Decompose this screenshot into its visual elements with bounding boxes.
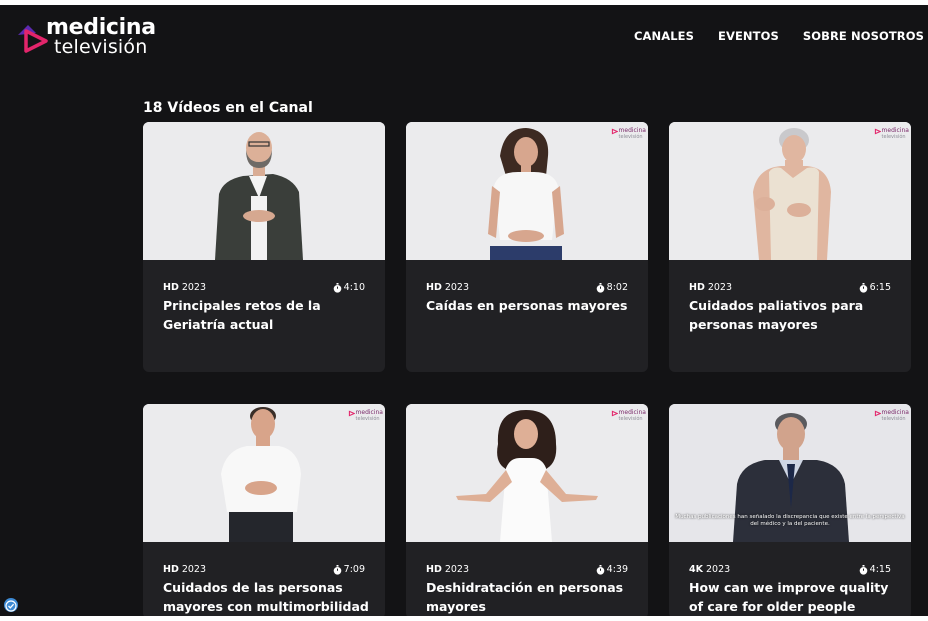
presenter-man-suit-image xyxy=(143,122,385,260)
stopwatch-icon xyxy=(333,564,341,575)
watermark-line2: televisión xyxy=(355,416,380,422)
duration-text: 4:39 xyxy=(606,564,628,575)
video-year: 2023 xyxy=(705,564,731,575)
nav-eventos[interactable]: EVENTOS xyxy=(718,29,779,43)
video-card[interactable]: medicina televisión Muchas publicaciones … xyxy=(669,404,911,616)
presenter-woman-white-blouse-image xyxy=(406,122,648,260)
watermark-line2: televisión xyxy=(618,416,643,422)
watermark-line2: televisión xyxy=(881,134,906,140)
video-card[interactable]: medicina televisión HD 2023 7:09 Cuidados … xyxy=(143,404,385,616)
presenter-woman-curly-hair-image xyxy=(406,404,648,542)
video-year: 2023 xyxy=(181,564,207,575)
nav-canales[interactable]: CANALES xyxy=(634,29,694,43)
video-title[interactable]: Cuidados de las personas mayores con mul… xyxy=(163,578,371,616)
nav-sobre-nosotros[interactable]: SOBRE NOSOTROS xyxy=(803,29,924,43)
duration-text: 7:09 xyxy=(343,564,365,575)
video-thumbnail[interactable]: medicina televisión Muchas publicaciones … xyxy=(669,404,911,542)
video-duration: 4:39 xyxy=(596,564,628,575)
main-nav: CANALES EVENTOS SOBRE NOSOTROS xyxy=(610,29,924,43)
video-thumbnail[interactable] xyxy=(143,122,385,260)
duration-text: 6:15 xyxy=(869,282,891,293)
quality-badge: HD xyxy=(163,564,179,575)
video-thumbnail[interactable]: medicina televisión xyxy=(406,404,648,542)
video-title[interactable]: Caídas en personas mayores xyxy=(426,296,634,315)
video-title[interactable]: Cuidados paliativos para personas mayore… xyxy=(689,296,897,334)
duration-text: 8:02 xyxy=(606,282,628,293)
watermark-logo-icon xyxy=(874,128,881,135)
video-year: 2023 xyxy=(444,564,470,575)
video-subtitle: Muchas publicaciones han señalado la dis… xyxy=(675,514,905,527)
duration-text: 4:10 xyxy=(343,282,365,293)
stopwatch-icon xyxy=(859,564,867,575)
channel-watermark: medicina televisión xyxy=(874,128,909,140)
video-meta: 4K 2023 4:15 xyxy=(689,564,891,578)
site-logo[interactable]: medicina televisión xyxy=(16,15,166,59)
watermark-line2: televisión xyxy=(881,416,906,422)
watermark-line1: medicina xyxy=(881,127,909,134)
video-title[interactable]: Principales retos de la Geriatría actual xyxy=(163,296,371,334)
video-title[interactable]: Deshidratación en personas mayores xyxy=(426,578,634,616)
channel-watermark: medicina televisión xyxy=(874,410,909,422)
channel-watermark: medicina televisión xyxy=(611,128,646,140)
watermark-line1: medicina xyxy=(355,409,383,416)
page-frame: medicina televisión CANALES EVENTOS SOBR… xyxy=(0,5,928,616)
duration-text: 4:15 xyxy=(869,564,891,575)
video-title[interactable]: How can we improve quality of care for o… xyxy=(689,578,897,616)
stopwatch-icon xyxy=(596,282,604,293)
logo-text-bottom: televisión xyxy=(54,36,148,58)
watermark-line1: medicina xyxy=(618,127,646,134)
video-meta: HD 2023 8:02 xyxy=(426,282,628,296)
video-year: 2023 xyxy=(444,282,470,293)
stopwatch-icon xyxy=(333,282,341,293)
watermark-line1: medicina xyxy=(618,409,646,416)
quality-badge: HD xyxy=(426,564,442,575)
video-meta: HD 2023 6:15 xyxy=(689,282,891,296)
channel-watermark: medicina televisión xyxy=(348,410,383,422)
video-card[interactable]: medicina televisión HD 2023 6:15 Cuidados … xyxy=(669,122,911,372)
video-duration: 8:02 xyxy=(596,282,628,293)
video-year: 2023 xyxy=(707,282,733,293)
video-thumbnail[interactable]: medicina televisión xyxy=(669,122,911,260)
watermark-logo-icon xyxy=(611,128,618,135)
video-thumbnail[interactable]: medicina televisión xyxy=(406,122,648,260)
stopwatch-icon xyxy=(596,564,604,575)
privacy-shield-icon[interactable] xyxy=(4,598,18,612)
stopwatch-icon xyxy=(859,282,867,293)
video-duration: 4:10 xyxy=(333,282,365,293)
quality-badge: HD xyxy=(163,282,179,293)
quality-badge: HD xyxy=(426,282,442,293)
channel-watermark: medicina televisión xyxy=(611,410,646,422)
header: medicina televisión CANALES EVENTOS SOBR… xyxy=(0,5,928,67)
presenter-older-woman-image xyxy=(669,122,911,260)
watermark-line1: medicina xyxy=(881,409,909,416)
presenter-man-white-shirt-image xyxy=(143,404,385,542)
logo-play-icon xyxy=(18,25,48,53)
video-year: 2023 xyxy=(181,282,207,293)
video-duration: 7:09 xyxy=(333,564,365,575)
video-meta: HD 2023 4:10 xyxy=(163,282,365,296)
video-card[interactable]: medicina televisión HD 2023 4:39 Deshidrat… xyxy=(406,404,648,616)
watermark-line2: televisión xyxy=(618,134,643,140)
video-meta: HD 2023 4:39 xyxy=(426,564,628,578)
video-duration: 6:15 xyxy=(859,282,891,293)
video-thumbnail[interactable]: medicina televisión xyxy=(143,404,385,542)
video-duration: 4:15 xyxy=(859,564,891,575)
video-card[interactable]: medicina televisión HD 2023 8:02 Caídas en… xyxy=(406,122,648,372)
watermark-logo-icon xyxy=(611,410,618,417)
video-meta: HD 2023 7:09 xyxy=(163,564,365,578)
video-count-heading: 18 Vídeos en el Canal xyxy=(143,100,313,116)
watermark-logo-icon xyxy=(348,410,355,417)
watermark-logo-icon xyxy=(874,410,881,417)
quality-badge: 4K xyxy=(689,564,703,575)
video-card[interactable]: HD 2023 4:10 Principales retos de la Geri… xyxy=(143,122,385,372)
quality-badge: HD xyxy=(689,282,705,293)
